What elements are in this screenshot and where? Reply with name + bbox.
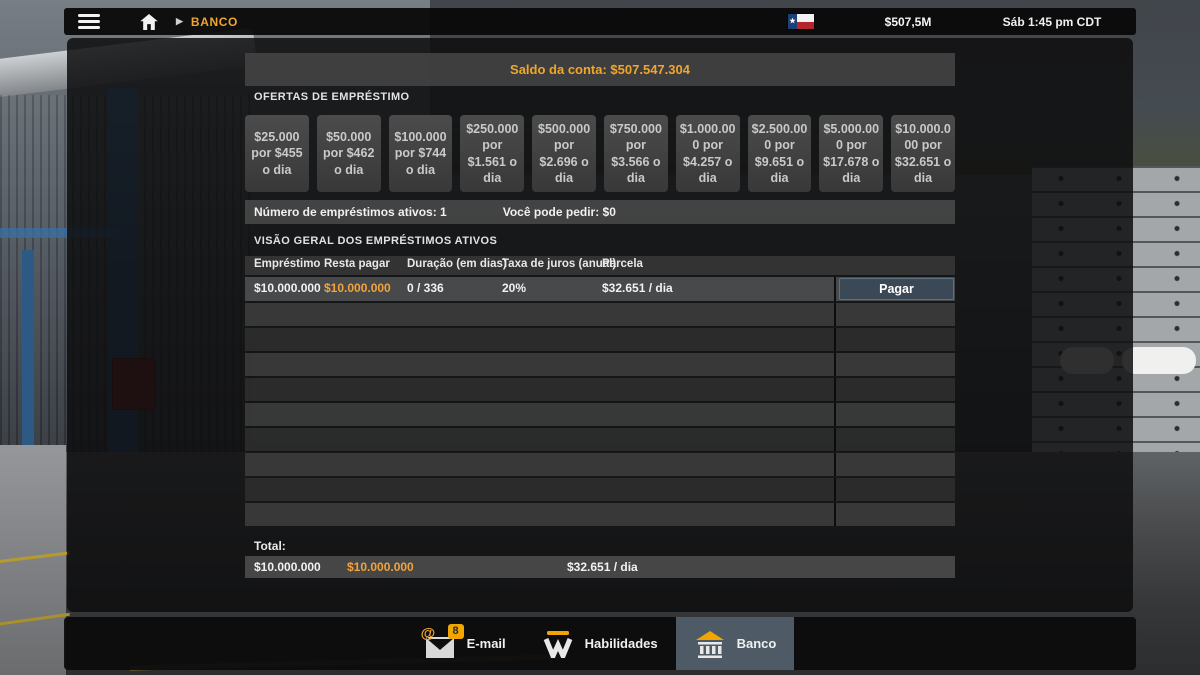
empty-loan-row	[245, 303, 955, 326]
loan-status-bar: Número de empréstimos ativos: 1 Você pod…	[245, 200, 955, 224]
total-installment: $32.651 / dia	[567, 560, 638, 574]
tab-email-label: E-mail	[467, 636, 506, 651]
empty-loan-row	[245, 428, 955, 451]
tab-skills[interactable]: Habilidades	[524, 617, 676, 670]
loan-installment: $32.651 / dia	[602, 281, 673, 295]
bank-icon	[694, 630, 726, 658]
flag-star: ★	[788, 14, 797, 29]
account-balance-text: Saldo da conta: $507.547.304	[510, 62, 690, 77]
flag-white-stripe	[797, 14, 814, 22]
at-glyph: @	[421, 625, 436, 642]
breadcrumb-bank[interactable]: BANCO	[191, 15, 238, 29]
col-header-interest: Taxa de juros (anual)	[502, 258, 616, 270]
loan-offer-text: $5.000.000 por $17.678 o dia	[821, 121, 881, 186]
breadcrumb-arrow-icon: ▶	[176, 16, 183, 27]
loan-offer-text: $1.000.000 por $4.257 o dia	[678, 121, 738, 186]
loan-offer-text: $10.000.000 por $32.651 o dia	[893, 121, 953, 186]
tab-skills-label: Habilidades	[585, 636, 658, 651]
loan-offer-card[interactable]: $100.000 por $744 o dia	[389, 115, 453, 192]
tab-bank[interactable]: Banco	[676, 617, 795, 670]
loan-offer-card[interactable]: $25.000 por $455 o dia	[245, 115, 309, 192]
loan-offer-text: $250.000 por $1.561 o dia	[462, 121, 522, 186]
col-header-installment: Parcela	[602, 258, 643, 270]
loans-overview-title: VISÃO GERAL DOS EMPRÉSTIMOS ATIVOS	[254, 235, 497, 247]
col-header-duration: Duração (em dias)	[407, 258, 507, 270]
loan-offer-text: $25.000 por $455 o dia	[247, 129, 307, 178]
loan-offer-card[interactable]: $2.500.000 por $9.651 o dia	[748, 115, 812, 192]
empty-loan-row	[245, 403, 955, 426]
tab-email[interactable]: @ 8 E-mail	[406, 617, 524, 670]
col-header-remaining: Resta pagar	[324, 258, 390, 270]
top-bar: ▶ BANCO ★ $507,5M Sáb 1:45 pm CDT	[64, 8, 1136, 35]
hamburger-menu-icon[interactable]	[78, 14, 100, 29]
garage-door-window	[1152, 347, 1196, 374]
loan-offers-title: OFERTAS DE EMPRÉSTIMO	[254, 91, 409, 103]
skills-icon	[542, 630, 574, 658]
loan-amount: $10.000.000	[254, 281, 321, 295]
borrow-capacity: Você pode pedir: $0	[503, 205, 616, 219]
empty-loan-row	[245, 503, 955, 526]
bank-content: Saldo da conta: $507.547.304 OFERTAS DE …	[245, 38, 955, 612]
loan-offer-card[interactable]: $10.000.000 por $32.651 o dia	[891, 115, 955, 192]
empty-loan-row	[245, 353, 955, 376]
loan-offer-card[interactable]: $50.000 por $462 o dia	[317, 115, 381, 192]
empty-loan-row	[245, 328, 955, 351]
empty-loan-rows	[245, 303, 955, 526]
total-remaining: $10.000.000	[347, 560, 414, 574]
account-balance-bar: Saldo da conta: $507.547.304	[245, 53, 955, 86]
loan-offer-text: $500.000 por $2.696 o dia	[534, 121, 594, 186]
loan-offer-text: $100.000 por $744 o dia	[391, 129, 451, 178]
total-loan: $10.000.000	[254, 560, 321, 574]
empty-loan-row	[245, 478, 955, 501]
player-money: $507,5M	[848, 15, 968, 29]
empty-loan-row	[245, 378, 955, 401]
active-loans-table: Empréstimo Resta pagar Duração (em dias)…	[245, 256, 955, 526]
home-icon[interactable]	[140, 14, 158, 30]
loan-remaining: $10.000.000	[324, 281, 391, 295]
bottom-tab-bar: @ 8 E-mail Habilidades	[64, 617, 1136, 670]
tab-bank-label: Banco	[737, 636, 777, 651]
active-loans-count: Número de empréstimos ativos: 1	[254, 205, 447, 219]
loan-row-cells: $10.000.000 $10.000.000 0 / 336 20% $32.…	[245, 277, 834, 301]
total-row: $10.000.000 $10.000.000 $32.651 / dia	[245, 556, 955, 578]
flag-red-stripe	[797, 22, 814, 30]
active-loan-row: $10.000.000 $10.000.000 0 / 336 20% $32.…	[245, 277, 955, 301]
total-label: Total:	[254, 539, 286, 553]
texas-flag-icon: ★	[788, 14, 814, 29]
loan-offer-card[interactable]: $500.000 por $2.696 o dia	[532, 115, 596, 192]
loan-interest: 20%	[502, 281, 526, 295]
loan-offer-text: $2.500.000 por $9.651 o dia	[750, 121, 810, 186]
loan-offer-text: $50.000 por $462 o dia	[319, 129, 379, 178]
loan-offers-row: $25.000 por $455 o dia $50.000 por $462 …	[245, 115, 955, 192]
loan-offer-card[interactable]: $250.000 por $1.561 o dia	[460, 115, 524, 192]
loan-offer-card[interactable]: $5.000.000 por $17.678 o dia	[819, 115, 883, 192]
email-unread-badge: 8	[448, 624, 464, 639]
table-header-row: Empréstimo Resta pagar Duração (em dias)…	[245, 256, 955, 275]
game-clock: Sáb 1:45 pm CDT	[968, 15, 1136, 29]
loan-offer-text: $750.000 por $3.566 o dia	[606, 121, 666, 186]
game-screen: ▶ BANCO ★ $507,5M Sáb 1:45 pm CDT Saldo …	[0, 0, 1200, 675]
loan-duration: 0 / 336	[407, 281, 444, 295]
loan-offer-card[interactable]: $750.000 por $3.566 o dia	[604, 115, 668, 192]
bank-panel: Saldo da conta: $507.547.304 OFERTAS DE …	[67, 38, 1133, 612]
pay-button-cell: Pagar	[834, 277, 955, 301]
pay-button[interactable]: Pagar	[839, 278, 954, 300]
loan-offer-card[interactable]: $1.000.000 por $4.257 o dia	[676, 115, 740, 192]
empty-loan-row	[245, 453, 955, 476]
email-icon: @ 8	[424, 630, 456, 658]
col-header-loan: Empréstimo	[254, 258, 320, 270]
